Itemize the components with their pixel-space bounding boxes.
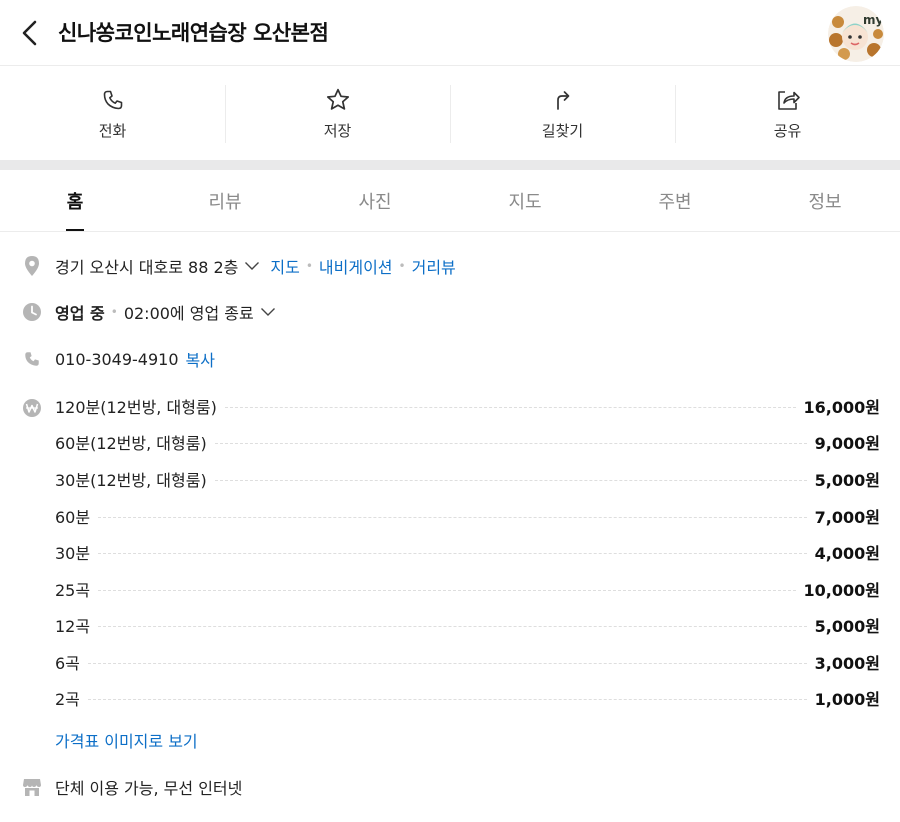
price-item-value: 5,000원 bbox=[814, 471, 880, 490]
facilities-text: 단체 이용 가능, 무선 인터넷 bbox=[55, 779, 243, 798]
dotted-leader bbox=[98, 552, 807, 554]
call-label: 전화 bbox=[98, 122, 127, 140]
tab-reviews[interactable]: 리뷰 bbox=[150, 170, 300, 231]
price-item: 12곡 5,000원 bbox=[55, 613, 880, 637]
hours-row: 영업 중 • 02:00에 영업 종료 bbox=[0, 300, 900, 324]
section-divider bbox=[0, 160, 900, 170]
price-item-name: 120분(12번방, 대형룸) bbox=[55, 394, 225, 418]
price-item-name: 12곡 bbox=[55, 613, 99, 637]
store-icon bbox=[23, 779, 41, 796]
price-item: 60분 7,000원 bbox=[55, 504, 880, 528]
separator-dot: • bbox=[110, 305, 118, 319]
price-item-name: 30분 bbox=[55, 540, 99, 564]
phone-row: 010-3049-4910 복사 bbox=[0, 347, 900, 371]
page-title: 신나쏭코인노래연습장 오산본점 bbox=[58, 21, 329, 45]
avatar[interactable]: my bbox=[828, 6, 884, 62]
avatar-image: my bbox=[828, 6, 884, 62]
price-item: 60분(12번방, 대형룸) 9,000원 bbox=[55, 430, 880, 454]
price-item-value: 9,000원 bbox=[814, 434, 880, 453]
chevron-down-icon bbox=[260, 308, 275, 316]
facilities-row: 단체 이용 가능, 무선 인터넷 bbox=[0, 775, 900, 799]
directions-button[interactable]: 길찾기 bbox=[450, 67, 675, 160]
street-view-link[interactable]: 거리뷰 bbox=[412, 254, 456, 278]
dotted-leader bbox=[214, 479, 807, 481]
price-item-value: 1,000원 bbox=[814, 690, 880, 709]
share-button[interactable]: 공유 bbox=[675, 67, 900, 160]
open-status: 영업 중 bbox=[55, 304, 105, 323]
location-pin-icon bbox=[25, 256, 39, 276]
clock-icon bbox=[23, 303, 41, 321]
share-label: 공유 bbox=[773, 122, 802, 140]
call-button[interactable]: 전화 bbox=[0, 67, 225, 160]
directions-label: 길찾기 bbox=[541, 122, 584, 140]
save-label: 저장 bbox=[323, 122, 352, 140]
phone-icon bbox=[25, 352, 39, 366]
dotted-leader bbox=[87, 662, 807, 664]
price-item-name: 25곡 bbox=[55, 577, 99, 601]
address-row: 경기 오산시 대호로 88 2층 지도 • 내비게이션 • 거리뷰 bbox=[0, 254, 900, 278]
copy-phone-link[interactable]: 복사 bbox=[186, 347, 215, 371]
back-button[interactable] bbox=[16, 18, 44, 48]
price-item-name: 60분 bbox=[55, 504, 99, 528]
address-map-link[interactable]: 지도 bbox=[270, 254, 299, 278]
closing-time: 02:00에 영업 종료 bbox=[123, 304, 254, 323]
dotted-leader bbox=[98, 589, 796, 591]
tab-map[interactable]: 지도 bbox=[450, 170, 600, 231]
star-icon bbox=[326, 88, 349, 110]
price-item: 30분(12번방, 대형룸) 5,000원 bbox=[55, 467, 880, 491]
address-text: 경기 오산시 대호로 88 2층 bbox=[55, 258, 239, 277]
separator-dot: • bbox=[305, 259, 313, 273]
address-expand-button[interactable] bbox=[244, 261, 260, 271]
phone-icon bbox=[103, 90, 122, 110]
chevron-down-icon bbox=[245, 262, 260, 270]
tab-bar: 홈 리뷰 사진 지도 주변 정보 bbox=[0, 170, 900, 232]
price-item-name: 30분(12번방, 대형룸) bbox=[55, 467, 215, 491]
app-header: 신나쏭코인노래연습장 오산본점 my bbox=[0, 0, 900, 66]
action-bar: 전화 저장 길찾기 공유 bbox=[0, 67, 900, 160]
tab-nearby[interactable]: 주변 bbox=[600, 170, 750, 231]
share-icon bbox=[777, 91, 800, 110]
price-item: 6곡 3,000원 bbox=[55, 650, 880, 674]
chevron-left-icon bbox=[22, 20, 37, 46]
price-item: 2곡 1,000원 bbox=[55, 686, 880, 710]
price-item: 25곡 10,000원 bbox=[55, 577, 880, 601]
tab-info[interactable]: 정보 bbox=[750, 170, 900, 231]
tab-photos[interactable]: 사진 bbox=[300, 170, 450, 231]
dotted-leader bbox=[224, 406, 796, 408]
dotted-leader bbox=[214, 442, 807, 444]
dotted-leader bbox=[87, 698, 807, 700]
dotted-leader bbox=[98, 625, 807, 627]
directions-icon bbox=[556, 91, 569, 110]
price-item-value: 4,000원 bbox=[814, 544, 880, 563]
price-item-value: 16,000원 bbox=[803, 398, 880, 417]
price-image-link[interactable]: 가격표 이미지로 보기 bbox=[55, 728, 198, 752]
separator-dot: • bbox=[398, 259, 406, 273]
price-item-name: 6곡 bbox=[55, 650, 88, 674]
dotted-leader bbox=[98, 516, 807, 518]
price-item: 30분 4,000원 bbox=[55, 540, 880, 564]
price-item-value: 5,000원 bbox=[814, 617, 880, 636]
price-item-value: 10,000원 bbox=[803, 581, 880, 600]
price-item: 120분(12번방, 대형룸) 16,000원 bbox=[55, 394, 880, 418]
tab-home[interactable]: 홈 bbox=[0, 170, 150, 231]
price-item-name: 2곡 bbox=[55, 686, 88, 710]
won-currency-icon bbox=[23, 399, 41, 417]
navigation-link[interactable]: 내비게이션 bbox=[319, 254, 393, 278]
hours-expand-button[interactable] bbox=[260, 307, 276, 317]
price-item-value: 3,000원 bbox=[814, 654, 880, 673]
avatar-text: my bbox=[863, 13, 884, 27]
price-item-value: 7,000원 bbox=[814, 508, 880, 527]
phone-number[interactable]: 010-3049-4910 bbox=[55, 350, 179, 369]
price-item-name: 60분(12번방, 대형룸) bbox=[55, 430, 215, 454]
save-button[interactable]: 저장 bbox=[225, 67, 450, 160]
